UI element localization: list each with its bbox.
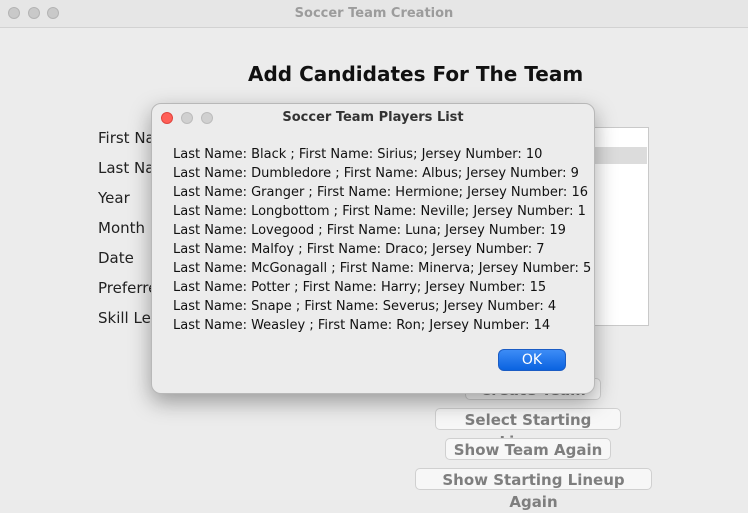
date-label: Date <box>98 249 134 267</box>
list-item: Last Name: McGonagall ; First Name: Mine… <box>173 261 592 276</box>
last-name-label: Last Na <box>98 159 155 177</box>
preferred-position-label: Preferre <box>98 279 158 297</box>
dialog-title: Soccer Team Players List <box>282 110 464 125</box>
show-team-again-button[interactable]: Show Team Again <box>445 438 611 460</box>
dialog-titlebar: Soccer Team Players List <box>152 104 594 131</box>
select-starting-lineup-button[interactable]: Select Starting Lineup <box>435 408 621 451</box>
window-titlebar: Soccer Team Creation <box>0 0 748 28</box>
list-item: Last Name: Granger ; First Name: Hermion… <box>173 185 588 200</box>
year-label: Year <box>98 189 130 207</box>
show-starting-lineup-again-button[interactable]: Show Starting Lineup Again <box>415 468 652 511</box>
ok-button[interactable]: OK <box>498 349 566 371</box>
list-item: Last Name: Longbottom ; First Name: Nevi… <box>173 204 586 219</box>
players-list-dialog: Soccer Team Players List Last Name: Blac… <box>151 103 595 394</box>
first-name-label: First Na <box>98 129 155 147</box>
list-item: Last Name: Weasley ; First Name: Ron; Je… <box>173 318 551 333</box>
list-item: Last Name: Dumbledore ; First Name: Albu… <box>173 166 579 181</box>
list-item: Last Name: Black ; First Name: Sirius; J… <box>173 147 543 162</box>
list-item: Last Name: Snape ; First Name: Severus; … <box>173 299 557 314</box>
page-heading: Add Candidates For The Team <box>248 62 584 86</box>
list-item: Last Name: Lovegood ; First Name: Luna; … <box>173 223 566 238</box>
month-label: Month <box>98 219 146 237</box>
list-item: Last Name: Malfoy ; First Name: Draco; J… <box>173 242 545 257</box>
window-title: Soccer Team Creation <box>294 6 454 21</box>
players-list: Last Name: Black ; First Name: Sirius; J… <box>173 145 591 335</box>
list-item: Last Name: Potter ; First Name: Harry; J… <box>173 280 547 295</box>
